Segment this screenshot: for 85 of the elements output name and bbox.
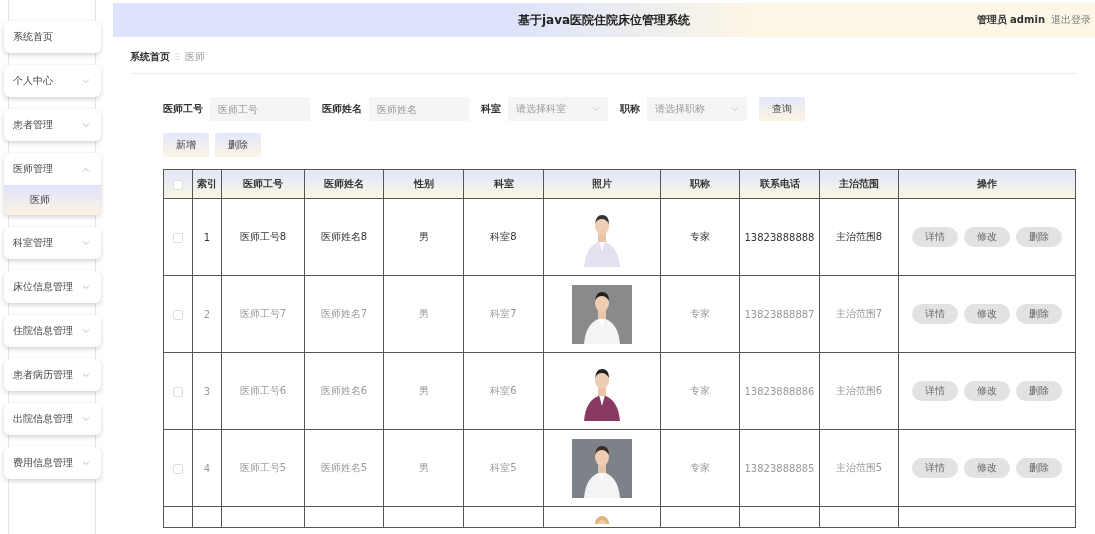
field-label: 医师工号 xyxy=(163,102,203,116)
table-cell: 13823888887 xyxy=(744,308,815,320)
row-action-button[interactable]: 修改 xyxy=(964,458,1010,478)
row-action-button[interactable]: 修改 xyxy=(964,304,1010,324)
row-action-button[interactable]: 详情 xyxy=(912,304,958,324)
separator-icon xyxy=(175,53,180,60)
table-cell: 4 xyxy=(203,462,211,474)
menu-item[interactable]: 医师管理 xyxy=(13,162,53,176)
table-cell: 专家 xyxy=(690,462,710,473)
table-cell: 医师工号5 xyxy=(239,462,287,473)
user-label: 管理员 admin xyxy=(976,13,1045,27)
menu-item[interactable]: 住院信息管理 xyxy=(13,324,73,338)
table-cell: 13823888885 xyxy=(744,462,815,474)
field-label: 医师姓名 xyxy=(322,102,362,116)
table-cell: 科室8 xyxy=(490,231,517,242)
table-cell: 男 xyxy=(418,462,429,473)
column-header: 医师工号 xyxy=(243,177,283,189)
row-action-button[interactable]: 删除 xyxy=(1016,381,1062,401)
table-cell: 科室6 xyxy=(490,385,517,396)
column-header: 照片 xyxy=(592,177,612,189)
table-cell: 专家 xyxy=(690,385,710,396)
row-action-button[interactable]: 删除 xyxy=(1016,304,1062,324)
table-cell: 科室7 xyxy=(490,308,517,319)
table-cell: 男 xyxy=(418,231,429,242)
table-cell: 主治范围8 xyxy=(835,231,883,242)
logout-link[interactable]: 退出登录 xyxy=(1051,13,1091,27)
row-action-button[interactable]: 详情 xyxy=(912,381,958,401)
submenu-item[interactable]: 医师 xyxy=(4,185,101,215)
menu-item[interactable]: 系统首页 xyxy=(13,30,53,44)
table-cell: 3 xyxy=(203,385,211,397)
table-cell: 科室5 xyxy=(490,462,517,473)
table-cell: 13823888886 xyxy=(744,385,815,397)
table-cell: 医师姓名7 xyxy=(320,308,368,319)
menu-item[interactable]: 费用信息管理 xyxy=(13,456,73,470)
table-cell: 医师工号8 xyxy=(239,231,287,242)
column-header: 科室 xyxy=(493,177,514,189)
action-button[interactable]: 删除 xyxy=(215,133,261,157)
column-header: 主治范围 xyxy=(839,177,879,189)
field-label: 科室 xyxy=(481,102,501,116)
table-cell: 医师姓名8 xyxy=(320,231,368,242)
table-cell: 男 xyxy=(418,385,429,396)
table-cell: 专家 xyxy=(690,308,710,319)
table-cell: 医师工号6 xyxy=(239,385,287,396)
breadcrumb-item[interactable]: 系统首页 xyxy=(130,49,170,64)
input-field[interactable]: 医师工号 xyxy=(210,97,310,121)
checkbox[interactable] xyxy=(173,309,183,320)
checkbox[interactable] xyxy=(173,386,183,397)
row-action-button[interactable]: 删除 xyxy=(1016,458,1062,478)
column-header: 医师姓名 xyxy=(324,177,364,189)
table-cell: 主治范围6 xyxy=(835,385,883,396)
table-cell: 13823888888 xyxy=(744,231,815,243)
breadcrumb-item: 医师 xyxy=(185,49,205,64)
checkbox[interactable] xyxy=(173,232,183,243)
column-header: 性别 xyxy=(413,177,434,189)
row-action-button[interactable]: 删除 xyxy=(1016,227,1062,247)
row-action-button[interactable]: 修改 xyxy=(964,381,1010,401)
table-cell: 医师姓名6 xyxy=(320,385,368,396)
menu-item[interactable]: 患者病历管理 xyxy=(13,368,73,382)
menu-item[interactable]: 科室管理 xyxy=(13,236,53,250)
action-button[interactable]: 新增 xyxy=(163,133,209,157)
field-label: 职称 xyxy=(620,102,640,116)
search-button[interactable]: 查询 xyxy=(759,97,805,121)
checkbox[interactable] xyxy=(173,179,183,190)
row-action-button[interactable]: 详情 xyxy=(912,458,958,478)
menu-item[interactable]: 患者管理 xyxy=(13,118,53,132)
table-cell: 医师姓名5 xyxy=(320,462,368,473)
app-title: 基于java医院住院床位管理系统 xyxy=(517,11,691,29)
menu-item[interactable]: 个人中心 xyxy=(13,74,53,88)
menu-item[interactable]: 床位信息管理 xyxy=(13,280,73,294)
column-header: 操作 xyxy=(977,177,997,189)
table-cell: 专家 xyxy=(690,231,710,242)
row-action-button[interactable]: 修改 xyxy=(964,227,1010,247)
table-cell: 主治范围5 xyxy=(835,462,883,473)
table-cell: 医师工号7 xyxy=(239,308,287,319)
column-header: 索引 xyxy=(197,177,217,189)
row-action-button[interactable]: 详情 xyxy=(912,227,958,247)
column-header: 职称 xyxy=(690,177,710,189)
table-cell: 主治范围7 xyxy=(835,308,883,319)
menu-item[interactable]: 出院信息管理 xyxy=(13,412,73,426)
table-cell: 1 xyxy=(203,231,211,243)
input-field[interactable]: 医师姓名 xyxy=(369,97,469,121)
column-header: 联系电话 xyxy=(759,177,800,189)
table-cell: 男 xyxy=(418,308,429,319)
table-cell: 2 xyxy=(203,308,211,320)
checkbox[interactable] xyxy=(173,463,183,474)
